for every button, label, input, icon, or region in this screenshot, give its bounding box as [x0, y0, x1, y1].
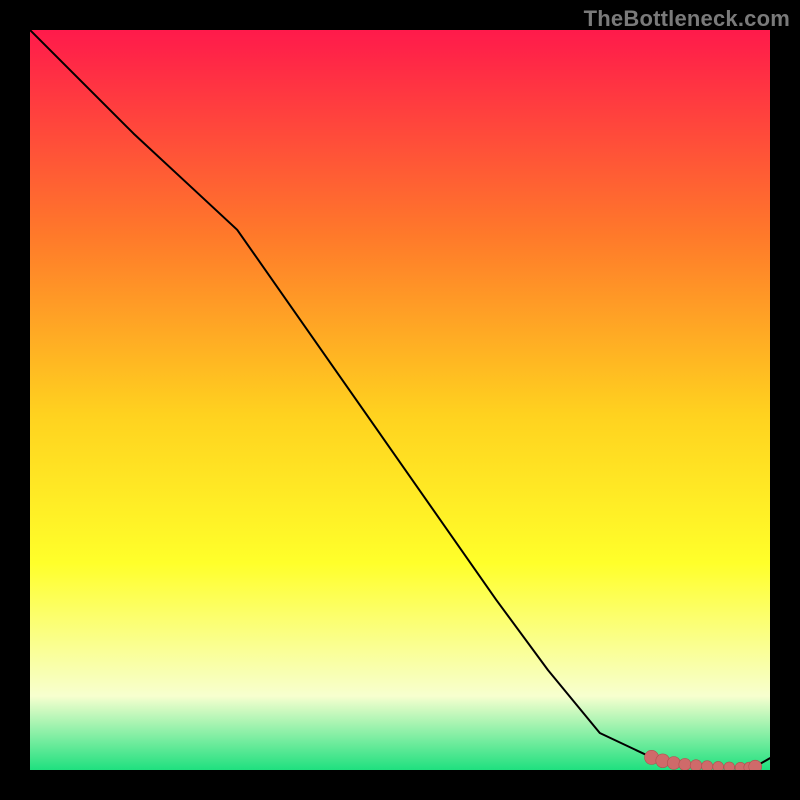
highlight-marker [749, 760, 762, 770]
highlight-marker [679, 758, 691, 770]
highlight-marker [690, 760, 702, 770]
highlight-marker [701, 761, 712, 770]
watermark-caption: TheBottleneck.com [584, 6, 790, 32]
chart-canvas [30, 30, 770, 770]
highlight-marker [713, 761, 724, 770]
highlight-marker [667, 757, 680, 770]
chart-frame: TheBottleneck.com [0, 0, 800, 800]
plot-area [30, 30, 770, 770]
highlight-marker [724, 762, 735, 770]
